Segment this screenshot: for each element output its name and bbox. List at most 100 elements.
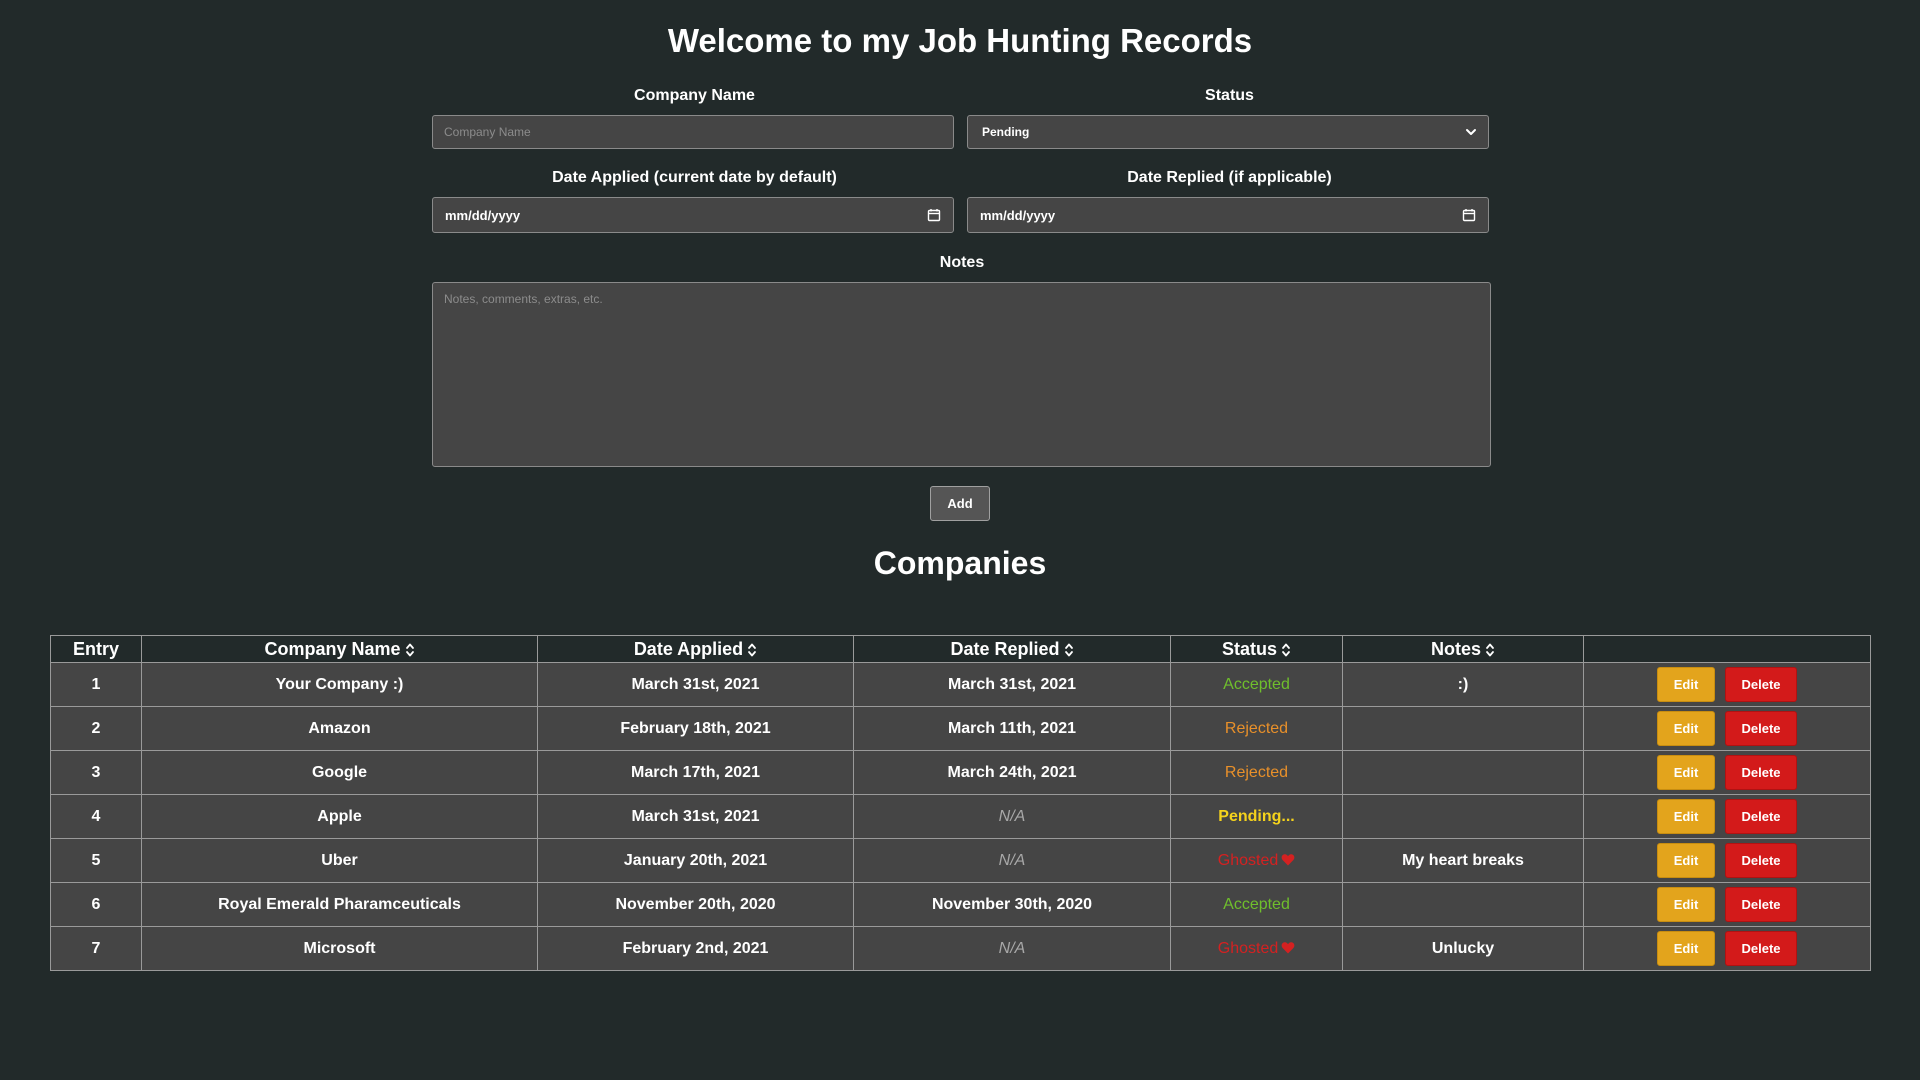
table-row: 7 Microsoft February 2nd, 2021 N/A Ghost… bbox=[50, 926, 1871, 971]
table-row: 6 Royal Emerald Pharamceuticals November… bbox=[50, 882, 1871, 927]
column-header-date-replied[interactable]: Date Replied bbox=[853, 635, 1171, 663]
delete-button[interactable]: Delete bbox=[1725, 887, 1797, 922]
delete-button[interactable]: Delete bbox=[1725, 711, 1797, 746]
column-header-company-name-label: Company Name bbox=[264, 638, 401, 659]
entry-cell: 1 bbox=[50, 662, 142, 707]
calendar-icon[interactable] bbox=[1462, 208, 1476, 222]
date-applied-cell: January 20th, 2021 bbox=[537, 838, 854, 883]
notes-cell bbox=[1342, 706, 1584, 751]
date-replied-cell: March 24th, 2021 bbox=[853, 750, 1171, 795]
company-name-cell: Your Company :) bbox=[141, 662, 538, 707]
table-header-row: Entry Company Name Date Applied Date Rep… bbox=[50, 635, 1871, 663]
column-header-entry-label: Entry bbox=[72, 638, 119, 659]
column-header-date-replied-label: Date Replied bbox=[950, 638, 1060, 659]
date-applied-cell: March 17th, 2021 bbox=[537, 750, 854, 795]
date-replied-cell: N/A bbox=[853, 838, 1171, 883]
companies-table: Entry Company Name Date Applied Date Rep… bbox=[50, 635, 1871, 971]
table-row: 2 Amazon February 18th, 2021 March 11th,… bbox=[50, 706, 1871, 751]
status-cell: Pending... bbox=[1170, 794, 1343, 839]
column-header-company-name[interactable]: Company Name bbox=[141, 635, 538, 663]
status-text: Rejected bbox=[1224, 763, 1289, 781]
table-row: 1 Your Company :) March 31st, 2021 March… bbox=[50, 662, 1871, 707]
status-text: Ghosted bbox=[1217, 939, 1279, 957]
company-name-cell: Apple bbox=[141, 794, 538, 839]
sort-icon[interactable] bbox=[1064, 642, 1074, 658]
page-title: Welcome to my Job Hunting Records bbox=[667, 22, 1253, 59]
actions-cell: Edit Delete bbox=[1583, 750, 1871, 795]
delete-button[interactable]: Delete bbox=[1725, 755, 1797, 790]
entry-cell: 7 bbox=[50, 926, 142, 971]
company-name-label: Company Name bbox=[634, 87, 755, 104]
date-replied-cell: March 11th, 2021 bbox=[853, 706, 1171, 751]
job-entry-form: Company Name Status Pending Date Applied… bbox=[432, 86, 1492, 467]
sort-icon[interactable] bbox=[1281, 642, 1291, 658]
companies-heading: Companies bbox=[873, 545, 1047, 581]
company-name-cell: Uber bbox=[141, 838, 538, 883]
date-applied-cell: March 31st, 2021 bbox=[537, 794, 854, 839]
edit-button[interactable]: Edit bbox=[1657, 667, 1715, 702]
edit-button[interactable]: Edit bbox=[1657, 711, 1715, 746]
status-select[interactable]: Pending bbox=[967, 115, 1489, 149]
delete-button[interactable]: Delete bbox=[1725, 667, 1797, 702]
date-replied-cell: November 30th, 2020 bbox=[853, 882, 1171, 927]
entry-cell: 2 bbox=[50, 706, 142, 751]
heart-icon bbox=[1281, 941, 1295, 953]
edit-button[interactable]: Edit bbox=[1657, 799, 1715, 834]
delete-button[interactable]: Delete bbox=[1725, 931, 1797, 966]
notes-cell bbox=[1342, 794, 1584, 839]
table-row: 3 Google March 17th, 2021 March 24th, 20… bbox=[50, 750, 1871, 795]
notes-textarea[interactable] bbox=[432, 282, 1491, 467]
status-field-group: Status Pending bbox=[967, 86, 1492, 149]
notes-cell bbox=[1342, 750, 1584, 795]
entry-cell: 5 bbox=[50, 838, 142, 883]
sort-icon[interactable] bbox=[747, 642, 757, 658]
delete-button[interactable]: Delete bbox=[1725, 799, 1797, 834]
calendar-icon[interactable] bbox=[927, 208, 941, 222]
column-header-notes-label: Notes bbox=[1430, 638, 1481, 659]
column-header-actions bbox=[1583, 635, 1871, 663]
entry-cell: 4 bbox=[50, 794, 142, 839]
column-header-notes[interactable]: Notes bbox=[1342, 635, 1584, 663]
status-cell: Ghosted bbox=[1170, 838, 1343, 883]
status-cell: Accepted bbox=[1170, 882, 1343, 927]
status-cell: Rejected bbox=[1170, 750, 1343, 795]
column-header-status[interactable]: Status bbox=[1170, 635, 1343, 663]
date-applied-cell: February 2nd, 2021 bbox=[537, 926, 854, 971]
sort-icon[interactable] bbox=[1485, 642, 1495, 658]
actions-cell: Edit Delete bbox=[1583, 706, 1871, 751]
edit-button[interactable]: Edit bbox=[1657, 887, 1715, 922]
company-name-cell: Amazon bbox=[141, 706, 538, 751]
company-name-input[interactable] bbox=[432, 115, 954, 149]
status-text: Rejected bbox=[1224, 719, 1289, 737]
notes-cell: Unlucky bbox=[1342, 926, 1584, 971]
sort-icon[interactable] bbox=[405, 642, 415, 658]
company-name-cell: Google bbox=[141, 750, 538, 795]
status-text: Pending... bbox=[1218, 807, 1295, 825]
add-button[interactable]: Add bbox=[930, 486, 990, 521]
column-header-entry: Entry bbox=[50, 635, 142, 663]
date-replied-input[interactable]: mm/dd/yyyy bbox=[967, 197, 1489, 233]
date-replied-cell: N/A bbox=[853, 926, 1171, 971]
column-header-date-applied[interactable]: Date Applied bbox=[537, 635, 854, 663]
company-name-cell: Microsoft bbox=[141, 926, 538, 971]
date-replied-cell: N/A bbox=[853, 794, 1171, 839]
company-name-cell: Royal Emerald Pharamceuticals bbox=[141, 882, 538, 927]
date-applied-field-group: Date Applied (current date by default) m… bbox=[432, 168, 957, 233]
status-label: Status bbox=[1205, 87, 1254, 104]
edit-button[interactable]: Edit bbox=[1657, 843, 1715, 878]
heart-icon bbox=[1281, 853, 1295, 865]
table-row: 5 Uber January 20th, 2021 N/A Ghosted My… bbox=[50, 838, 1871, 883]
date-applied-label: Date Applied (current date by default) bbox=[552, 169, 837, 186]
status-text: Accepted bbox=[1223, 895, 1290, 913]
delete-button[interactable]: Delete bbox=[1725, 843, 1797, 878]
date-applied-cell: February 18th, 2021 bbox=[537, 706, 854, 751]
chevron-down-icon bbox=[1466, 129, 1476, 135]
edit-button[interactable]: Edit bbox=[1657, 755, 1715, 790]
notes-cell bbox=[1342, 882, 1584, 927]
table-row: 4 Apple March 31st, 2021 N/A Pending... … bbox=[50, 794, 1871, 839]
status-cell: Ghosted bbox=[1170, 926, 1343, 971]
date-replied-label: Date Replied (if applicable) bbox=[1127, 169, 1332, 186]
date-applied-input[interactable]: mm/dd/yyyy bbox=[432, 197, 954, 233]
actions-cell: Edit Delete bbox=[1583, 794, 1871, 839]
edit-button[interactable]: Edit bbox=[1657, 931, 1715, 966]
